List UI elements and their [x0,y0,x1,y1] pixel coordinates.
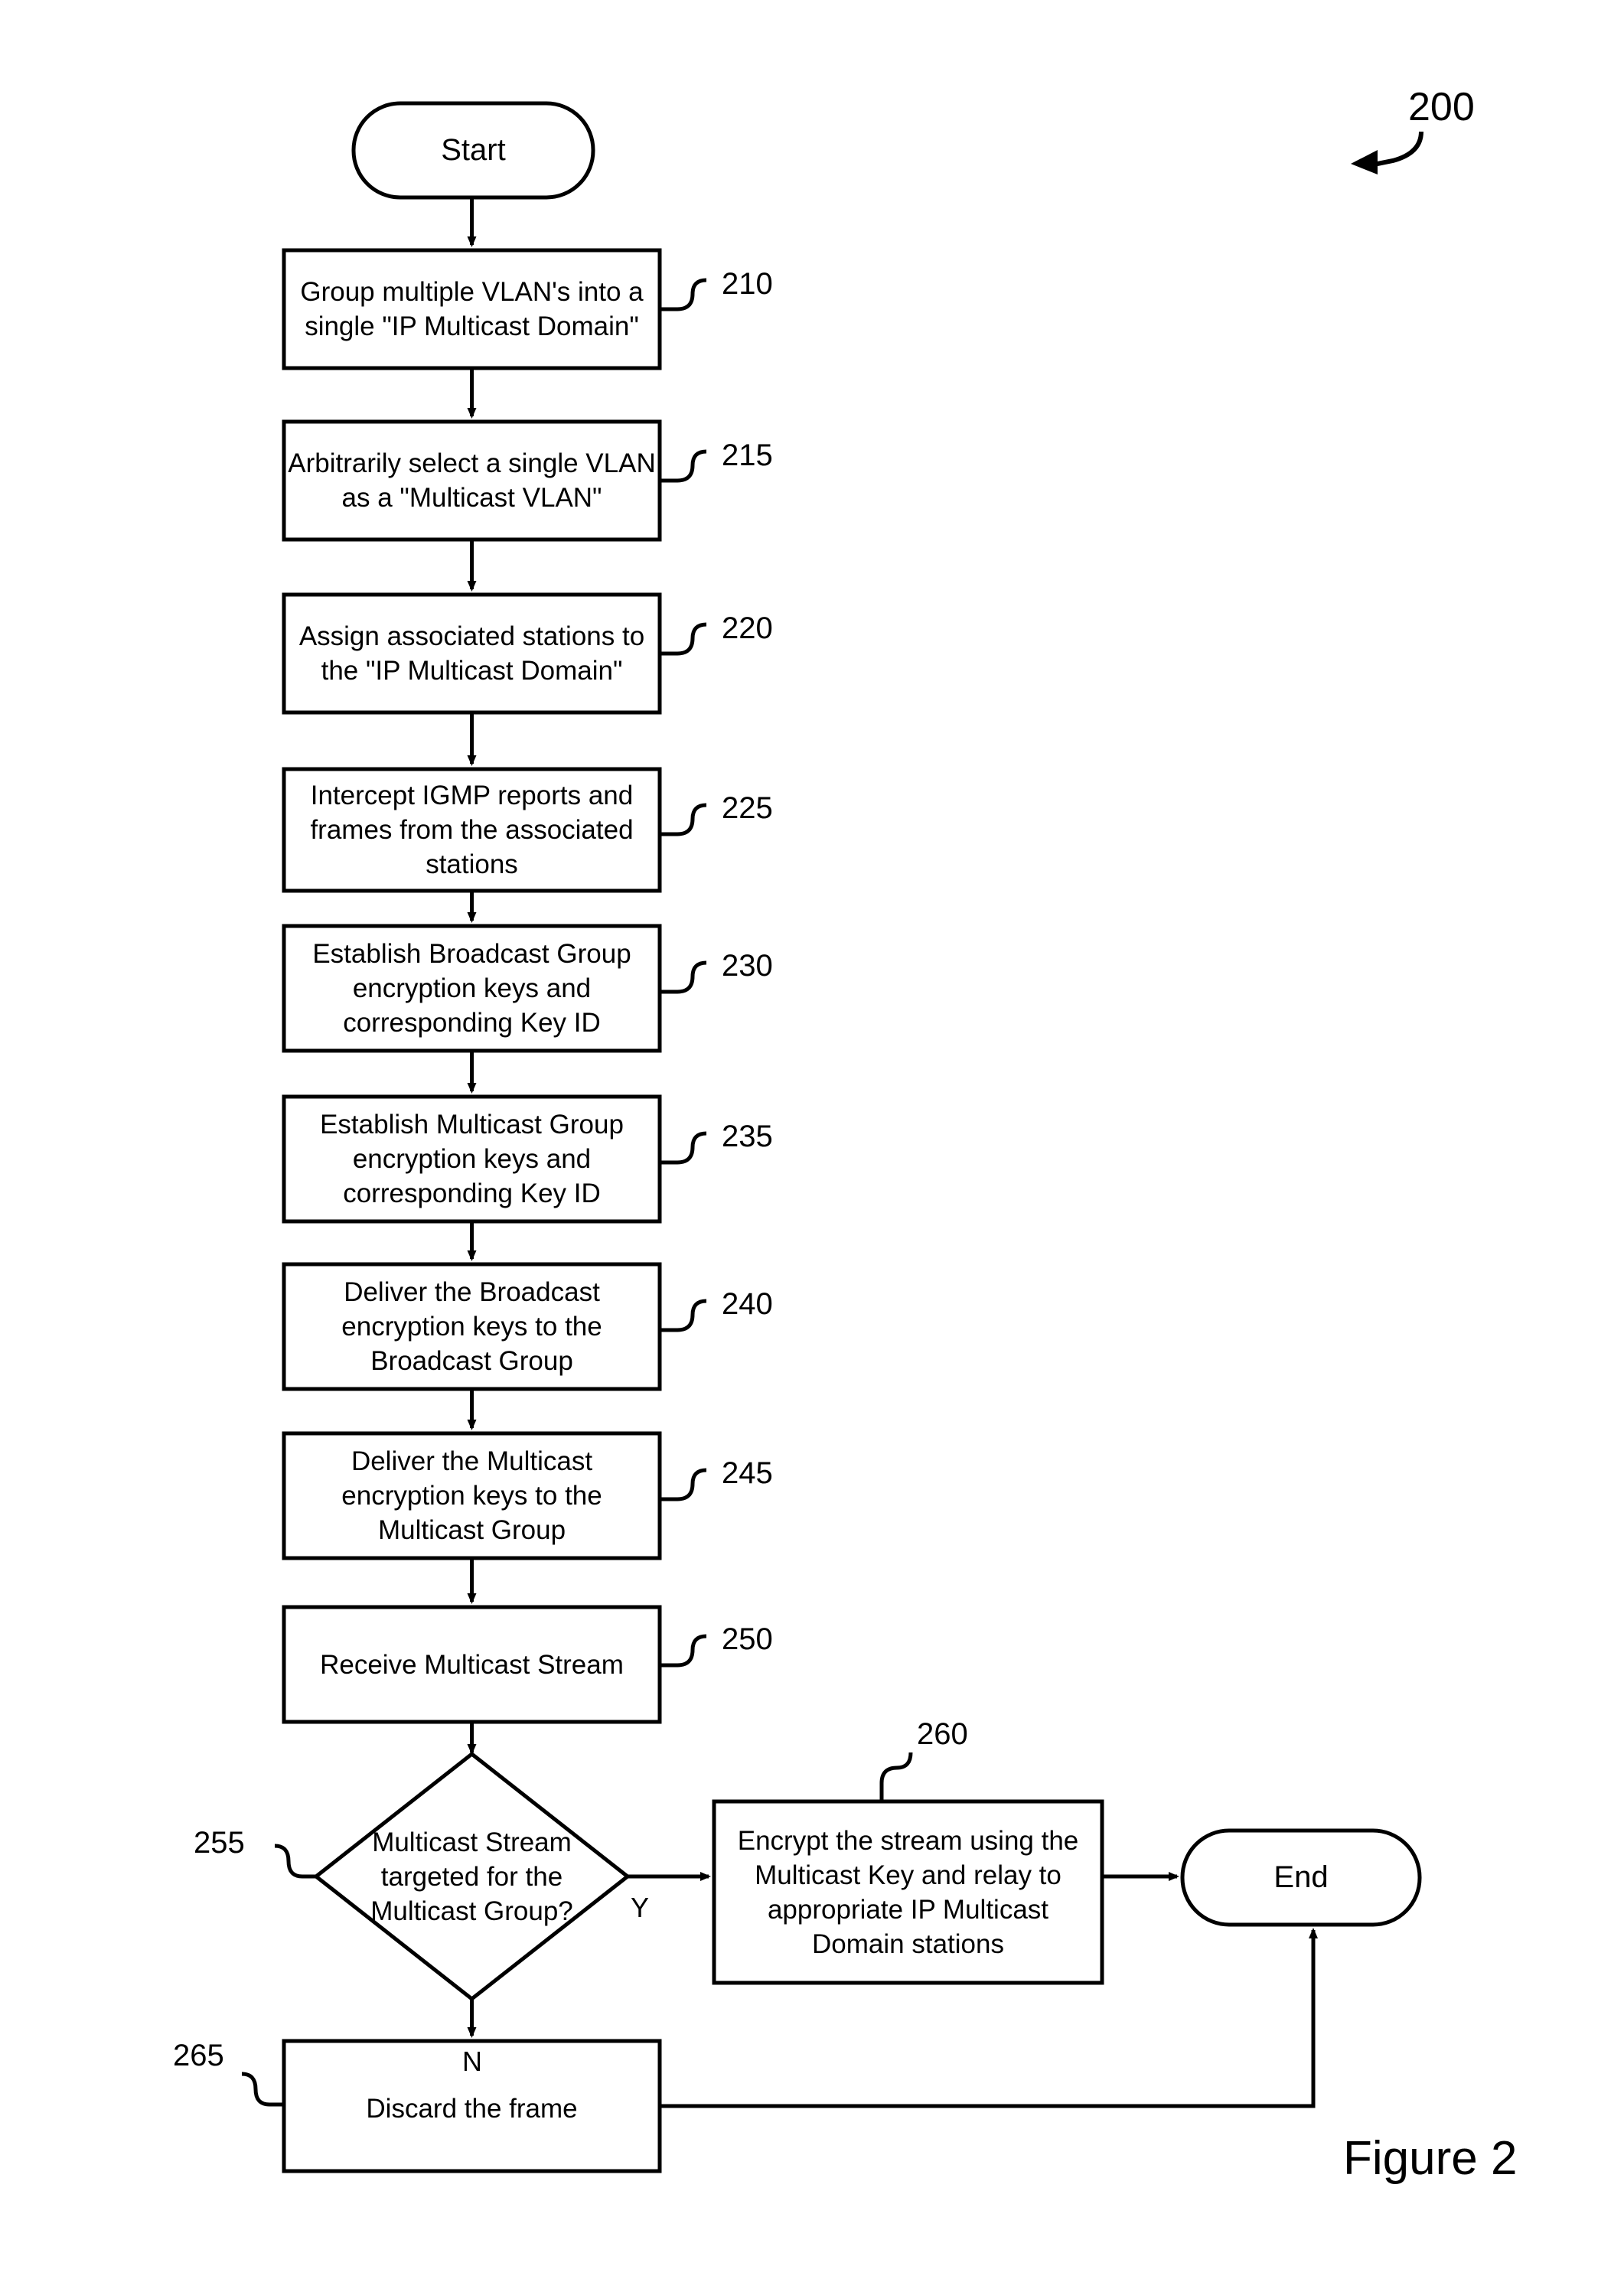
ref-label-215: 215 [722,439,773,472]
ref-label-260: 260 [917,1717,968,1751]
ref-label-245: 245 [722,1456,773,1490]
leader-265 [241,2072,284,2107]
ref-label-250: 250 [722,1622,773,1656]
leader-260 [879,1752,913,1801]
leader-225 [660,803,707,836]
branch-label-yes: Y [631,1892,650,1923]
figure-caption: Figure 2 [1343,2132,1518,2185]
start-terminal-shape [351,101,595,200]
ref-label-235: 235 [722,1120,773,1153]
step-215-shape [282,419,662,542]
leader-245 [660,1468,707,1501]
ref-label-265: 265 [173,2039,224,2072]
leader-220 [660,622,707,656]
figure-diagram-number: 200 [1408,85,1475,129]
step-220-shape [282,592,662,715]
leader-255 [274,1844,316,1879]
step-245-shape [282,1431,662,1560]
step-230-shape [282,924,662,1053]
ref-label-240: 240 [722,1287,773,1321]
leader-200-arrowhead [1351,150,1378,174]
leader-210 [660,278,707,311]
flowchart-canvas [241,101,1423,2173]
ref-label-210: 210 [722,267,773,301]
decision-255-shape [312,1751,631,2002]
leader-215 [660,449,707,483]
branch-label-no: N [462,2046,482,2077]
step-235-shape [282,1094,662,1224]
leader-235 [660,1131,707,1165]
step-240-shape [282,1262,662,1391]
leader-240 [660,1299,707,1332]
step-225-shape [282,767,662,893]
ref-label-220: 220 [722,611,773,645]
step-250-shape [282,1605,662,1724]
leader-230 [660,960,707,994]
step-210-shape [282,248,662,370]
patent-figure-page: Start Group multiple VLAN's into a singl… [0,0,1624,2292]
end-terminal-shape [1180,1828,1422,1927]
step-260-shape [712,1799,1104,1985]
ref-label-230: 230 [722,949,773,983]
leader-200 [1369,131,1423,168]
ref-label-255: 255 [194,1826,245,1860]
leader-250 [660,1634,707,1668]
ref-label-225: 225 [722,791,773,825]
